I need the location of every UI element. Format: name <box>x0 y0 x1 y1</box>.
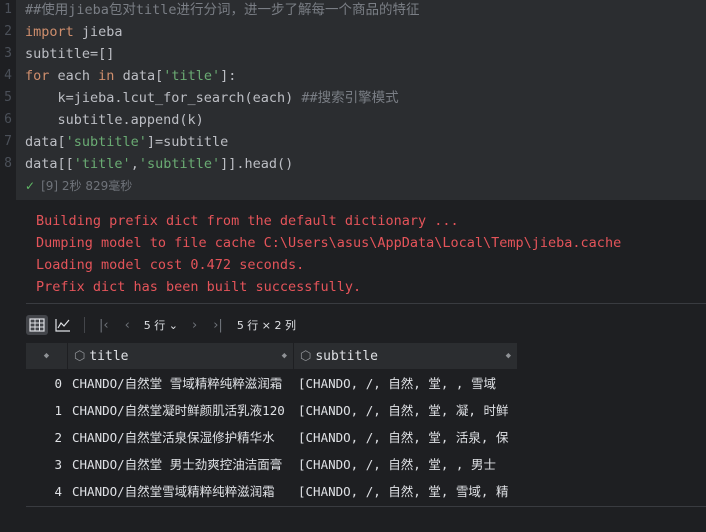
line-number: 7 <box>4 134 12 149</box>
column-header-subtitle[interactable]: ⬡ subtitle ◆ <box>294 343 518 369</box>
table-header: ◆ ⬡ title ◆ ⬡ subtitle ◆ <box>26 343 518 370</box>
index-header[interactable]: ◆ <box>26 343 68 369</box>
sort-icon[interactable]: ◆ <box>44 351 49 361</box>
row-index: 4 <box>54 484 62 499</box>
table-icon <box>29 318 45 332</box>
title-cell[interactable]: CHANDO/自然堂凝时鲜颜肌活乳液120 <box>68 397 294 424</box>
column-name: title <box>89 348 129 364</box>
table-row[interactable]: 4 CHANDO/自然堂雪域精粹纯粹滋润霜 [CHANDO, /, 自然, 堂,… <box>26 478 518 505</box>
last-page-icon[interactable]: ›| <box>213 318 223 333</box>
stderr-line: Prefix dict has been built successfully. <box>36 279 362 295</box>
output-cell: Building prefix dict from the default di… <box>16 200 706 532</box>
checkmark-icon: ✓ <box>25 179 36 193</box>
code-text: , <box>130 156 139 172</box>
row-index: 1 <box>54 403 62 418</box>
code-comment: ##使用jieba包对title进行分词，进一步了解每一个商品的特征 <box>25 2 420 18</box>
page-size-select[interactable]: 5 行 ⌄ <box>144 317 178 333</box>
row-index: 3 <box>54 457 62 472</box>
title-cell[interactable]: CHANDO/自然堂活泉保湿修护精华水 <box>68 424 294 451</box>
dataframe-table: ◆ ⬡ title ◆ ⬡ subtitle ◆ 0 CHANDO/自然堂 雪域精粹纯粹… <box>26 343 518 505</box>
table-row[interactable]: 0 CHANDO/自然堂 雪域精粹纯粹滋润霜 [CHANDO, /, 自然, 堂… <box>26 370 518 397</box>
previous-page-icon[interactable]: ‹ <box>125 318 130 333</box>
title-cell[interactable]: CHANDO/自然堂 男士劲爽控油洁面膏 <box>68 451 294 478</box>
code-string: 'title' <box>163 68 221 84</box>
stderr-line: Dumping model to file cache C:\Users\asu… <box>36 235 622 251</box>
column-name: subtitle <box>315 348 378 364</box>
line-number: 4 <box>4 68 12 83</box>
code-line-6[interactable]: subtitle.append(k) <box>25 109 204 131</box>
title-cell[interactable]: CHANDO/自然堂雪域精粹纯粹滋润霜 <box>68 478 294 505</box>
table-row[interactable]: 3 CHANDO/自然堂 男士劲爽控油洁面膏 [CHANDO, /, 自然, 堂… <box>26 451 518 478</box>
code-text: ]=subtitle <box>146 134 229 150</box>
dataframe-shape: 5 行 × 2 列 <box>236 319 297 332</box>
code-keyword: for <box>25 68 50 84</box>
execution-info: ✓ [9] 2秒 829毫秒 <box>25 176 132 196</box>
chart-view-button[interactable] <box>52 315 74 335</box>
table-row[interactable]: 2 CHANDO/自然堂活泉保湿修护精华水 [CHANDO, /, 自然, 堂,… <box>26 424 518 451</box>
toolbar-divider <box>84 317 85 333</box>
sort-icon[interactable]: ◆ <box>506 351 511 361</box>
code-text: data[ <box>114 68 164 84</box>
output-separator <box>26 303 706 304</box>
table-view-button[interactable] <box>26 315 48 335</box>
dataframe-toolbar: |‹ ‹ 5 行 ⌄ › ›| 5 行 × 2 列 <box>26 310 706 340</box>
line-number: 2 <box>4 24 12 39</box>
code-string: 'subtitle' <box>65 134 147 150</box>
subtitle-cell[interactable]: [CHANDO, /, 自然, 堂, , 雪域 <box>294 370 518 397</box>
column-type-icon: ⬡ <box>300 348 312 364</box>
code-line-7[interactable]: data['subtitle']=subtitle <box>25 131 228 153</box>
row-index: 0 <box>54 376 62 391</box>
subtitle-cell[interactable]: [CHANDO, /, 自然, 堂, 活泉, 保 <box>294 424 518 451</box>
next-page-icon[interactable]: › <box>192 318 197 333</box>
code-keyword: in <box>98 68 115 84</box>
code-string: 'subtitle' <box>138 156 221 172</box>
code-text: subtitle.append(k) <box>25 112 204 128</box>
row-index: 2 <box>54 430 62 445</box>
subtitle-cell[interactable]: [CHANDO, /, 自然, 堂, 雪域, 精 <box>294 478 518 505</box>
code-line-2[interactable]: import jieba <box>25 21 123 43</box>
code-string: 'title' <box>73 156 131 172</box>
code-line-4[interactable]: for each in data['title']: <box>25 65 236 87</box>
subtitle-cell[interactable]: [CHANDO, /, 自然, 堂, , 男士 <box>294 451 518 478</box>
line-number: 8 <box>4 156 12 171</box>
code-text: ]].head() <box>220 156 294 172</box>
code-comment: ##搜索引擎模式 <box>301 90 399 106</box>
line-number: 3 <box>4 46 12 61</box>
code-text: data[[ <box>25 156 74 172</box>
execution-label: [9] 2秒 829毫秒 <box>41 179 133 193</box>
code-text: subtitle=[] <box>25 46 115 62</box>
table-row[interactable]: 1 CHANDO/自然堂凝时鲜颜肌活乳液120 [CHANDO, /, 自然, … <box>26 397 518 424</box>
sort-icon[interactable]: ◆ <box>282 351 287 361</box>
column-header-title[interactable]: ⬡ title ◆ <box>68 343 294 369</box>
line-gutter: 1 2 3 4 5 6 7 8 <box>0 0 16 532</box>
code-cell[interactable]: ##使用jieba包对title进行分词，进一步了解每一个商品的特征 impor… <box>16 0 706 200</box>
line-number: 6 <box>4 112 12 127</box>
output-bottom-border <box>26 506 706 507</box>
subtitle-cell[interactable]: [CHANDO, /, 自然, 堂, 凝, 时鲜 <box>294 397 518 424</box>
line-number: 1 <box>4 2 12 17</box>
code-keyword: import <box>25 24 74 40</box>
title-cell[interactable]: CHANDO/自然堂 雪域精粹纯粹滋润霜 <box>68 370 294 397</box>
code-line-8[interactable]: data[['title','subtitle']].head() <box>25 153 293 175</box>
column-type-icon: ⬡ <box>74 348 86 364</box>
code-text: data[ <box>25 134 66 150</box>
code-text: ]: <box>220 68 237 84</box>
code-text: jieba <box>73 24 123 40</box>
first-page-icon[interactable]: |‹ <box>99 318 109 333</box>
code-text: k=jieba.lcut_for_search(each) <box>25 90 302 106</box>
code-line-1[interactable]: ##使用jieba包对title进行分词，进一步了解每一个商品的特征 <box>25 0 420 21</box>
chart-icon <box>55 319 70 332</box>
stderr-line: Building prefix dict from the default di… <box>36 213 459 229</box>
stderr-line: Loading model cost 0.472 seconds. <box>36 257 305 273</box>
code-line-3[interactable]: subtitle=[] <box>25 43 114 65</box>
code-line-5[interactable]: k=jieba.lcut_for_search(each) ##搜索引擎模式 <box>25 87 399 109</box>
code-text: each <box>49 68 99 84</box>
line-number: 5 <box>4 90 12 105</box>
